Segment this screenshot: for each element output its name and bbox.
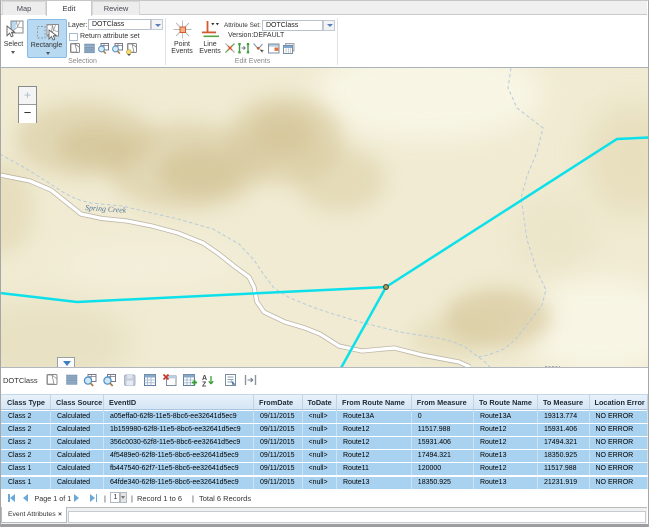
svg-text:Z: Z	[202, 382, 207, 388]
